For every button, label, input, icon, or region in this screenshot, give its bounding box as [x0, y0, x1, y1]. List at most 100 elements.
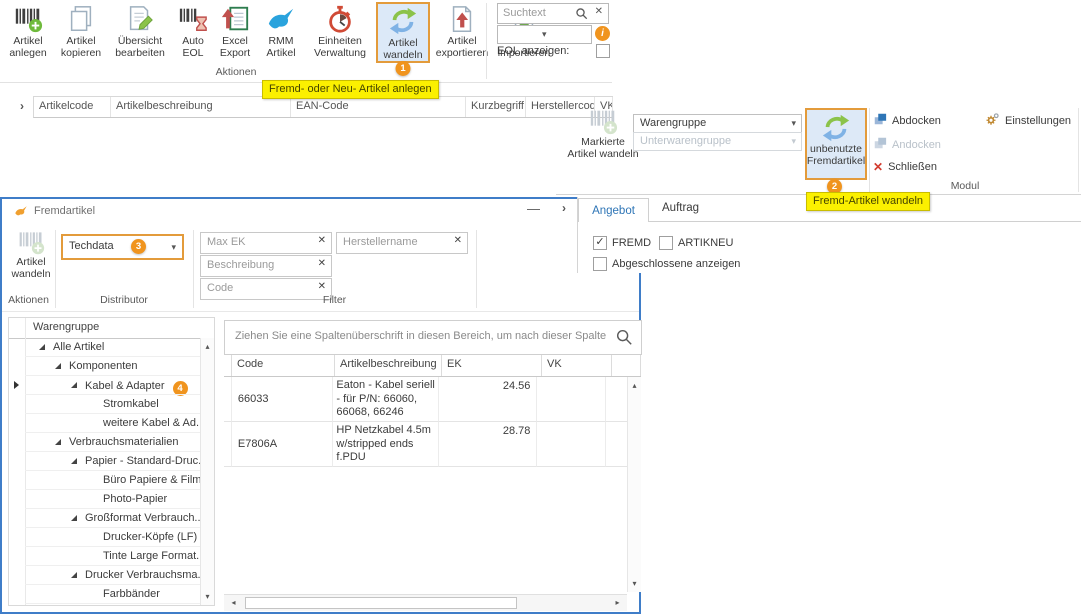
grid-vertical-scrollbar[interactable]: ▴ ▾: [627, 377, 641, 592]
column-header-ek[interactable]: EK: [442, 355, 542, 376]
scroll-down-icon[interactable]: ▾: [628, 577, 641, 590]
window-hummingbird-icon: [14, 204, 28, 223]
tree-item-kabel-adapter[interactable]: Kabel & Adapter4: [9, 376, 199, 395]
tree-expanded-icon[interactable]: [71, 458, 77, 464]
tree-item-gro-format-verbrauch-[interactable]: Großformat Verbrauch...: [9, 509, 199, 528]
tree-item-label: weitere Kabel & Ad...: [103, 417, 205, 429]
tree-item-label: Tinte Large Format...: [103, 550, 205, 562]
ribbon-button-artikel-exportieren[interactable]: Artikel exportieren: [432, 2, 492, 61]
tree-item-photo-papier[interactable]: Photo-Papier: [9, 490, 199, 509]
marked-button-label2: Artikel wandeln: [567, 148, 638, 160]
ribbon-button--bersicht-bearbeiten[interactable]: Übersicht bearbeiten: [108, 2, 172, 61]
tree-expanded-icon[interactable]: [55, 439, 61, 445]
tree-item-papier-standard-druc-[interactable]: Papier - Standard-Druc...: [9, 452, 199, 471]
search-clear-icon[interactable]: ✕: [595, 6, 603, 17]
ribbon-button-artikel-anlegen[interactable]: Artikel anlegen: [2, 2, 54, 61]
tree-scrollbar[interactable]: ▴ ▾: [200, 338, 214, 605]
tab-angebot[interactable]: Angebot: [578, 198, 649, 222]
minimize-button[interactable]: —: [527, 201, 540, 216]
fremd-label: FREMD: [612, 237, 651, 249]
andocken-button[interactable]: Andocken: [873, 136, 941, 153]
artikneu-checkbox[interactable]: [659, 236, 673, 250]
column-header-artikelcode[interactable]: Artikelcode: [34, 97, 111, 117]
column-header-vk[interactable]: VK: [542, 355, 612, 376]
column-header-artikelbeschreibung[interactable]: Artikelbeschreibung: [111, 97, 291, 117]
fremd-checkbox[interactable]: ✓: [593, 236, 607, 250]
cell-code: E7806A: [232, 422, 334, 467]
window-ribbon-border: [2, 311, 639, 312]
ribbon-button-excel-export[interactable]: Excel Export: [214, 2, 256, 61]
column-header-ean-code[interactable]: EAN-Code: [291, 97, 466, 117]
unterwarengruppe-combobox[interactable]: Unterwarengruppe ▾: [633, 132, 802, 151]
ribbon-button-artikel-wandeln[interactable]: Artikel wandeln1: [376, 2, 430, 63]
ribbon-button-auto-eol[interactable]: Auto EOL: [174, 2, 212, 61]
tree-expanded-icon[interactable]: [71, 572, 77, 578]
ribbon-button-artikel-kopieren[interactable]: Artikel kopieren: [56, 2, 106, 61]
clear-icon[interactable]: ✕: [318, 235, 326, 246]
tree-item-weitere-kabel-ad-[interactable]: weitere Kabel & Ad...: [9, 414, 199, 433]
scroll-up-icon[interactable]: ▴: [628, 379, 641, 392]
scroll-right-icon[interactable]: ▸: [610, 596, 625, 610]
filter-max-ek-input[interactable]: Max EK ✕: [200, 232, 332, 254]
search-icon[interactable]: [615, 328, 633, 351]
info-icon[interactable]: i: [595, 26, 610, 41]
scroll-up-icon[interactable]: ▴: [201, 340, 214, 353]
stopwatch-icon: [325, 4, 355, 34]
column-header-code[interactable]: Code: [232, 355, 335, 376]
column-header-kurzbegriff[interactable]: Kurzbegriff: [466, 97, 526, 117]
ribbon-button-label: RMM Artikel: [259, 36, 303, 59]
warengruppe-combobox[interactable]: Warengruppe ▾: [633, 114, 802, 133]
einstellungen-button[interactable]: Einstellungen: [985, 112, 1071, 130]
search-icon[interactable]: [575, 7, 588, 20]
abdocken-button[interactable]: Abdocken: [873, 112, 941, 129]
abgeschlossene-checkbox[interactable]: [593, 257, 607, 271]
cell-filler: [606, 422, 627, 467]
panel-expander-chevron[interactable]: ›: [562, 201, 566, 215]
row-expander-chevron[interactable]: ›: [20, 99, 24, 113]
tree-item-tinte-large-format-[interactable]: Tinte Large Format...: [9, 547, 199, 566]
unbenutzte-fremdartikel-button[interactable]: unbenutzte Fremdartikel: [805, 108, 867, 180]
clear-icon[interactable]: ✕: [318, 281, 326, 292]
tree-item-komponenten[interactable]: Komponenten: [9, 357, 199, 376]
tree-item-drucker-verbrauchsma-[interactable]: Drucker Verbrauchsma...: [9, 566, 199, 585]
barcode-hourglass-icon: [178, 4, 208, 34]
ribbon-button-rmm-artikel[interactable]: RMM Artikel: [258, 2, 304, 61]
artikel-wandeln-disabled-button[interactable]: Artikel wandeln: [8, 228, 54, 280]
groupby-hint-text: Ziehen Sie eine Spaltenüberschrift in di…: [235, 330, 609, 342]
clear-icon[interactable]: ✕: [318, 258, 326, 269]
clear-icon[interactable]: ✕: [454, 235, 462, 246]
tree-item-drucker-k-pfe-lf-[interactable]: Drucker-Köpfe (LF): [9, 528, 199, 547]
scrollbar-thumb[interactable]: [245, 597, 517, 609]
tree-expanded-icon[interactable]: [71, 382, 77, 388]
tree-item-verbrauchsmaterialien[interactable]: Verbrauchsmaterialien: [9, 433, 199, 452]
scroll-down-icon[interactable]: ▾: [201, 590, 214, 603]
scroll-left-icon[interactable]: ◂: [226, 596, 241, 610]
column-header-artikelbeschreibung[interactable]: Artikelbeschreibung: [335, 355, 442, 376]
search-input[interactable]: Suchtext ✕: [497, 3, 609, 24]
tree-expanded-icon[interactable]: [55, 363, 61, 369]
schliessen-button[interactable]: ✕ Schließen: [873, 160, 937, 174]
tree-item-b-ro-papiere-filme[interactable]: Büro Papiere & Filme: [9, 471, 199, 490]
cell-artikelbeschreibung: Eaton - Kabel seriell - für P/N: 66060, …: [333, 377, 438, 422]
tree-item-alle-artikel[interactable]: Alle Artikel: [9, 338, 199, 357]
grid-horizontal-scrollbar[interactable]: ◂ ▸: [224, 594, 627, 611]
ribbon-button-label: Übersicht bearbeiten: [109, 36, 171, 59]
distributor-combobox[interactable]: Techdata 3 ▾: [61, 234, 184, 260]
tree-expanded-icon[interactable]: [71, 515, 77, 521]
tree-item-farbb-nder[interactable]: Farbbänder: [9, 585, 199, 604]
filter-beschreibung-input[interactable]: Beschreibung ✕: [200, 255, 332, 277]
cell-ek: 28.78: [439, 422, 538, 467]
grid-groupby-bar[interactable]: Ziehen Sie eine Spaltenüberschrift in di…: [224, 320, 642, 355]
tree-expanded-icon[interactable]: [39, 344, 45, 350]
tab-auftrag[interactable]: Auftrag: [662, 202, 699, 214]
close-icon: ✕: [873, 160, 883, 174]
search-scope-dropdown[interactable]: ▾: [497, 25, 592, 44]
ribbon-button-einheiten-verwaltung[interactable]: Einheiten Verwaltung: [306, 2, 374, 61]
tree-item-tintenpatronen[interactable]: Tintenpatronen: [9, 604, 199, 606]
tree-item-stromkabel[interactable]: Stromkabel: [9, 395, 199, 414]
filter-herstellername-input[interactable]: Herstellername ✕: [336, 232, 468, 254]
grid-row-66033[interactable]: 66033Eaton - Kabel seriell - für P/N: 66…: [224, 377, 627, 422]
schliessen-label: Schließen: [888, 161, 937, 173]
grid-row-E7806A[interactable]: E7806AHP Netzkabel 4.5m w/stripped ends …: [224, 422, 627, 467]
eol-anzeigen-checkbox[interactable]: [596, 44, 610, 58]
